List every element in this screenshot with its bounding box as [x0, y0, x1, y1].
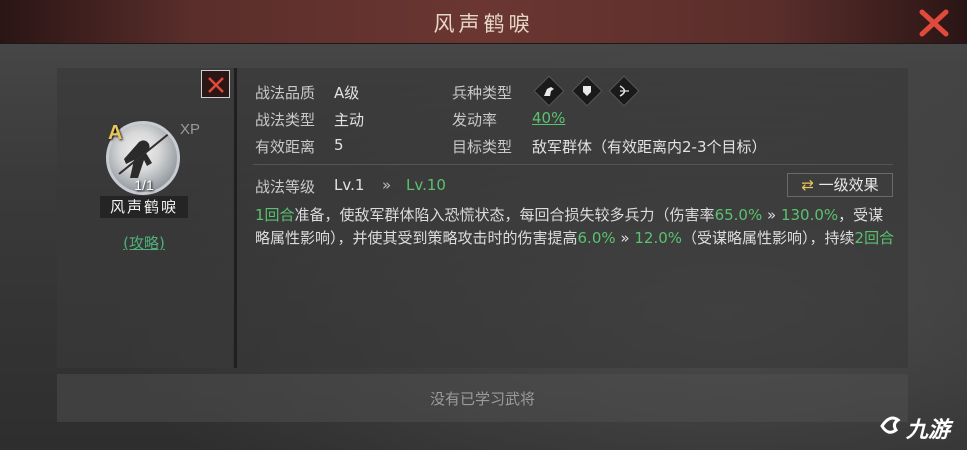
- xp-label: XP: [180, 121, 201, 138]
- type-label: 战法类型: [255, 111, 316, 129]
- desc-text-1: 准备，使敌军群体陷入恐慌状态，每回合损失较多兵力（伤害率: [294, 206, 715, 224]
- skill-count: 1/1: [134, 177, 154, 193]
- swap-icon: ⇄: [801, 176, 814, 194]
- unequip-close-icon[interactable]: [201, 70, 230, 98]
- title-bar: 风声鹤唳: [0, 0, 967, 44]
- rate-label: 发动率: [452, 111, 498, 129]
- level-from: Lv.1: [334, 176, 365, 194]
- target-type-label: 目标类型: [452, 138, 513, 156]
- desc-text-3: （受谋略属性影响），持续: [682, 229, 855, 247]
- desc-increase-max: 12.0%: [634, 229, 683, 247]
- skill-grade: A: [108, 122, 123, 144]
- level-effect-label: 一级效果: [818, 176, 879, 194]
- target-type-value: 敌军群体（有效距离内2-3个目标）: [532, 138, 767, 156]
- panel-divider: [234, 68, 237, 368]
- desc-arrow-2: »: [620, 229, 630, 247]
- level-label: 战法等级: [255, 178, 316, 196]
- rate-value[interactable]: 40%: [532, 109, 565, 127]
- range-value: 5: [334, 136, 344, 154]
- skill-portrait-panel: [57, 68, 232, 368]
- desc-duration: 2回合: [854, 229, 895, 247]
- level-to: Lv.10: [406, 176, 446, 194]
- section-divider: [253, 164, 893, 165]
- troop-type-label: 兵种类型: [452, 84, 513, 102]
- level-arrow: »: [382, 176, 392, 194]
- watermark-text: 九游: [906, 418, 951, 443]
- skill-description: 1回合准备，使敌军群体陷入恐慌状态，每回合损失较多兵力（伤害率65.0% » 1…: [255, 204, 895, 250]
- no-learned-generals-text: 没有已学习武将: [429, 390, 535, 408]
- guide-link[interactable]: (攻略): [100, 232, 188, 253]
- quality-value: A级: [334, 84, 360, 102]
- skill-name: 风声鹤唳: [100, 196, 188, 218]
- range-label: 有效距离: [255, 138, 316, 156]
- quality-label: 战法品质: [255, 84, 316, 102]
- desc-prep-rounds: 1回合: [255, 206, 295, 224]
- level-effect-button[interactable]: ⇄ 一级效果: [787, 173, 893, 197]
- desc-increase-min: 6.0%: [577, 229, 616, 247]
- desc-arrow-1: »: [767, 206, 777, 224]
- close-icon[interactable]: [917, 6, 951, 40]
- dialog-title: 风声鹤唳: [433, 12, 534, 36]
- desc-damage-rate-max: 130.0%: [780, 206, 839, 224]
- watermark-logo: 九游: [876, 408, 966, 444]
- desc-damage-rate-min: 65.0%: [714, 206, 763, 224]
- type-value: 主动: [334, 111, 365, 129]
